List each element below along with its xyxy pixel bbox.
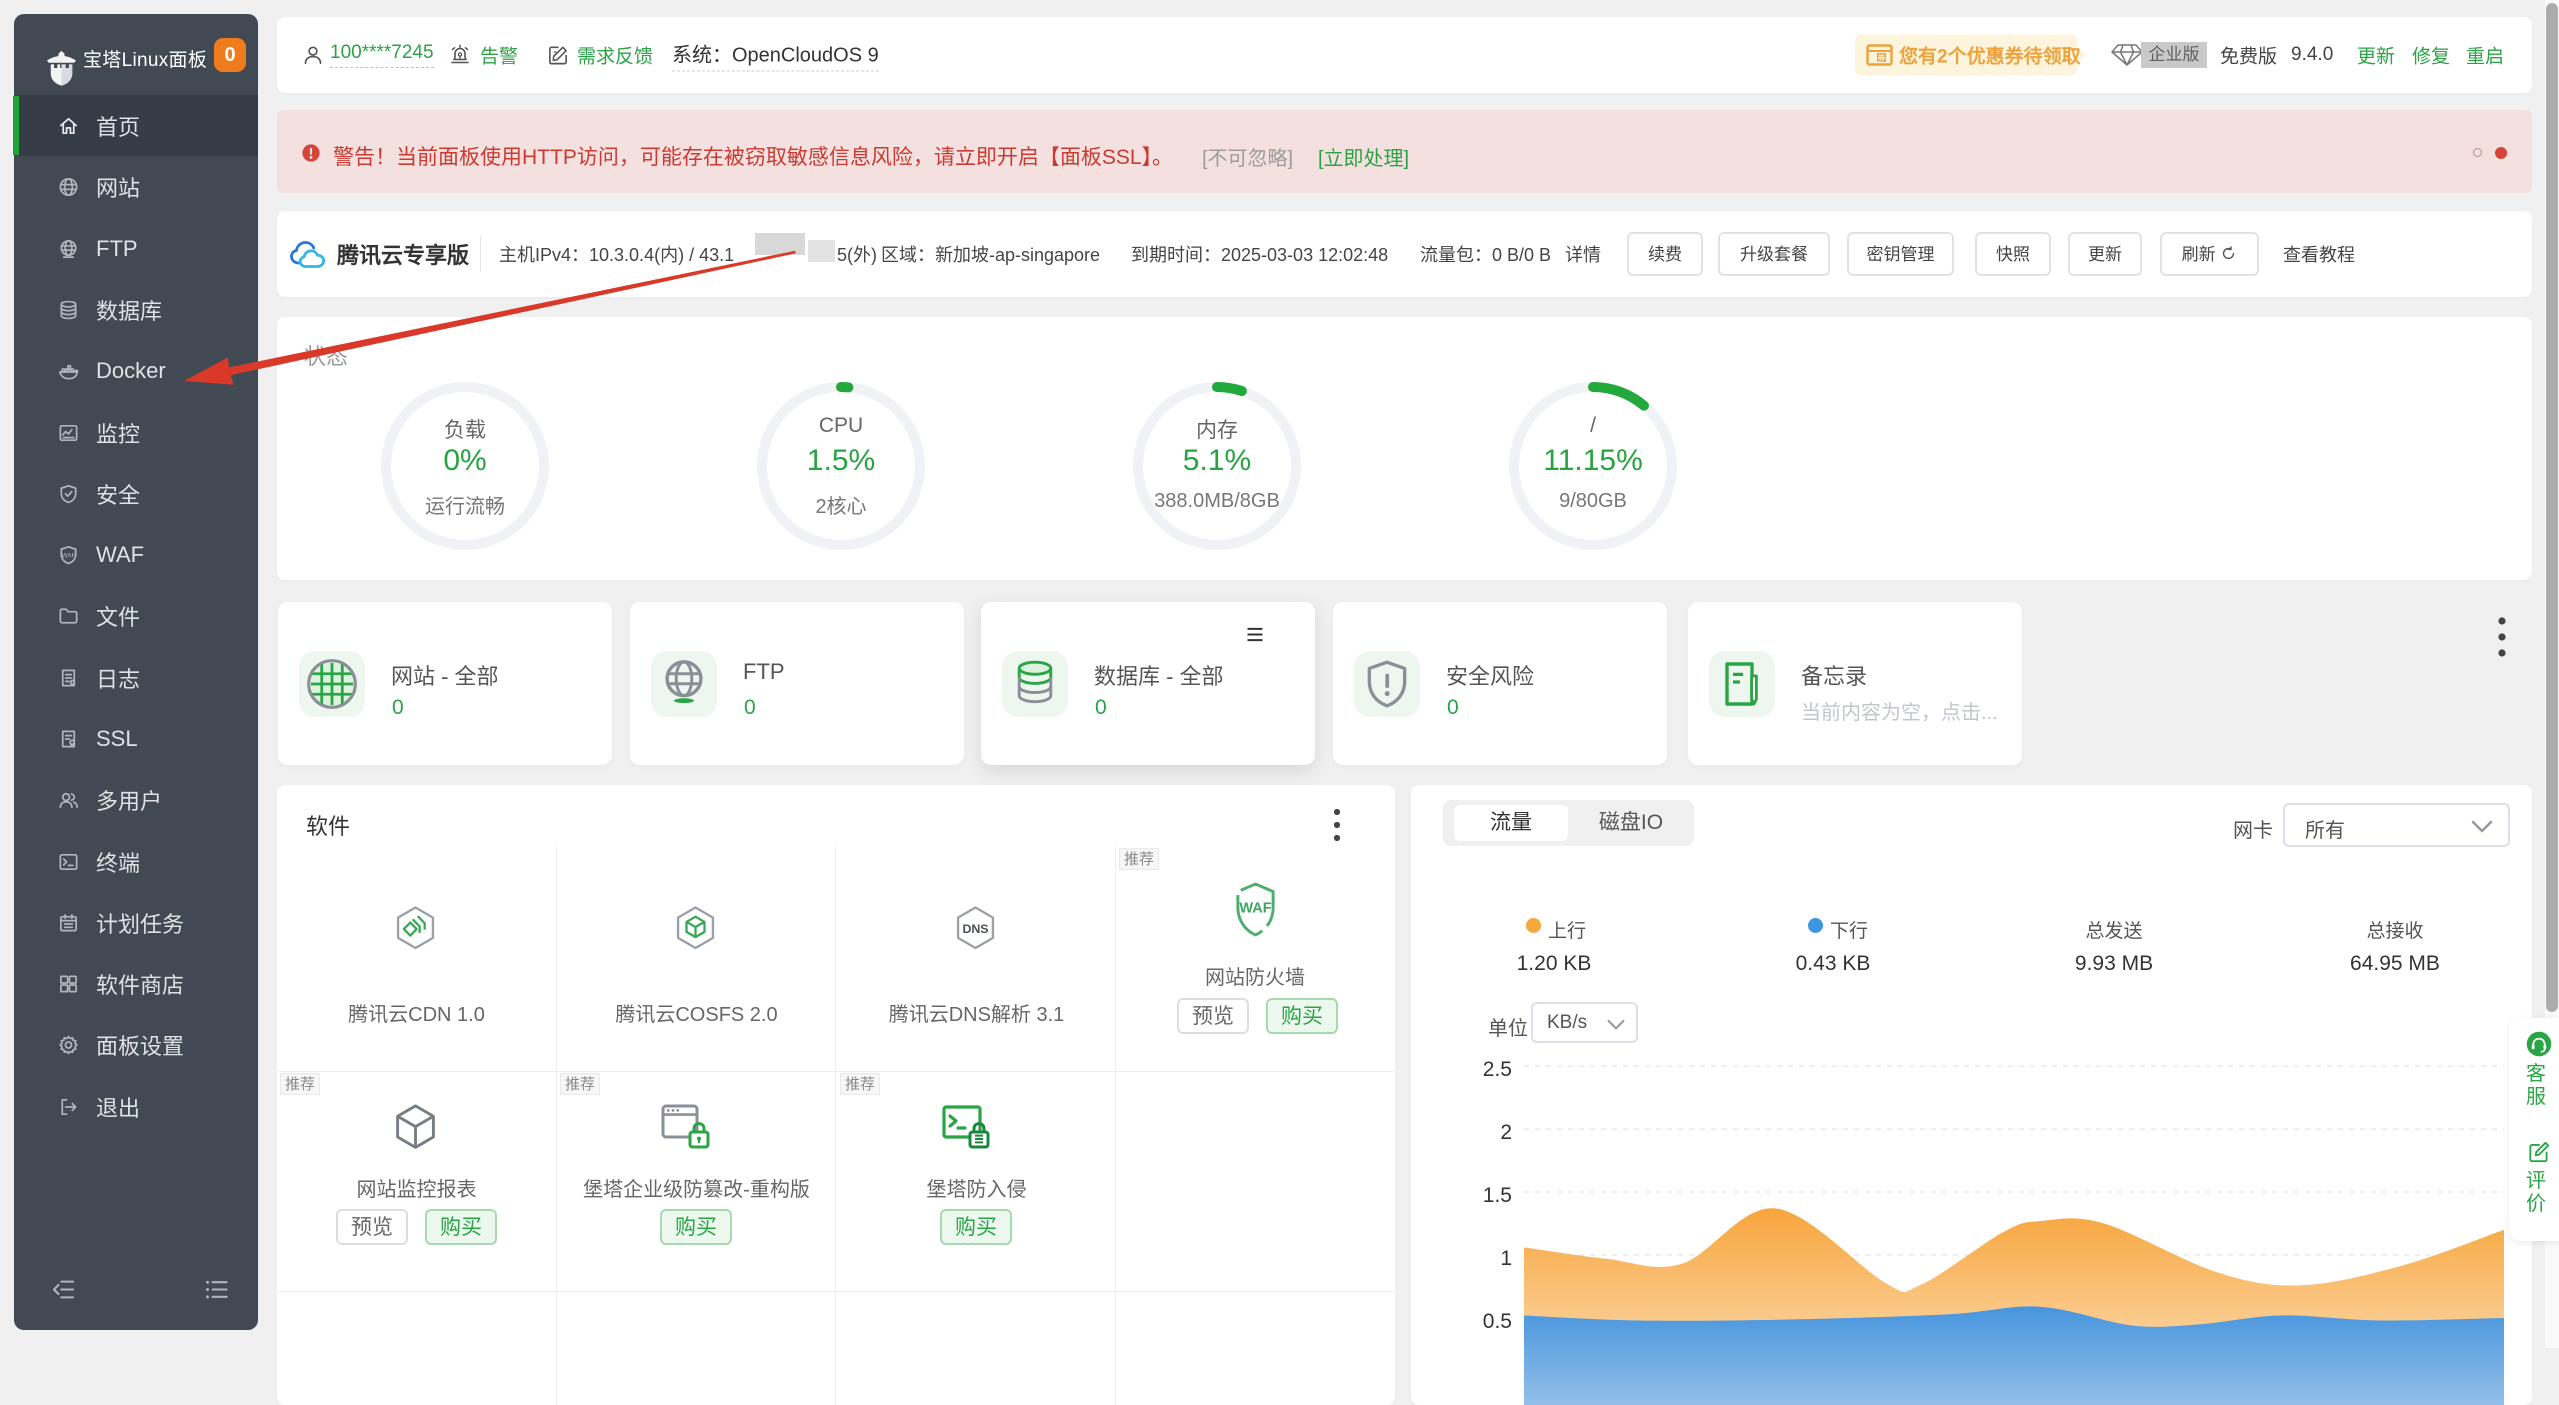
svg-text:DNS: DNS bbox=[962, 922, 988, 936]
svg-text:2: 2 bbox=[1500, 1121, 1512, 1144]
svg-text:1: 1 bbox=[1500, 1247, 1512, 1270]
svg-text:1.5: 1.5 bbox=[1483, 1184, 1512, 1207]
svg-text:2.5: 2.5 bbox=[1483, 1058, 1512, 1081]
svg-text:WAF: WAF bbox=[1239, 900, 1271, 916]
svg-text:0.5: 0.5 bbox=[1483, 1310, 1512, 1333]
svg-text:券: 券 bbox=[1877, 53, 1886, 63]
svg-text:WAF: WAF bbox=[62, 552, 76, 559]
